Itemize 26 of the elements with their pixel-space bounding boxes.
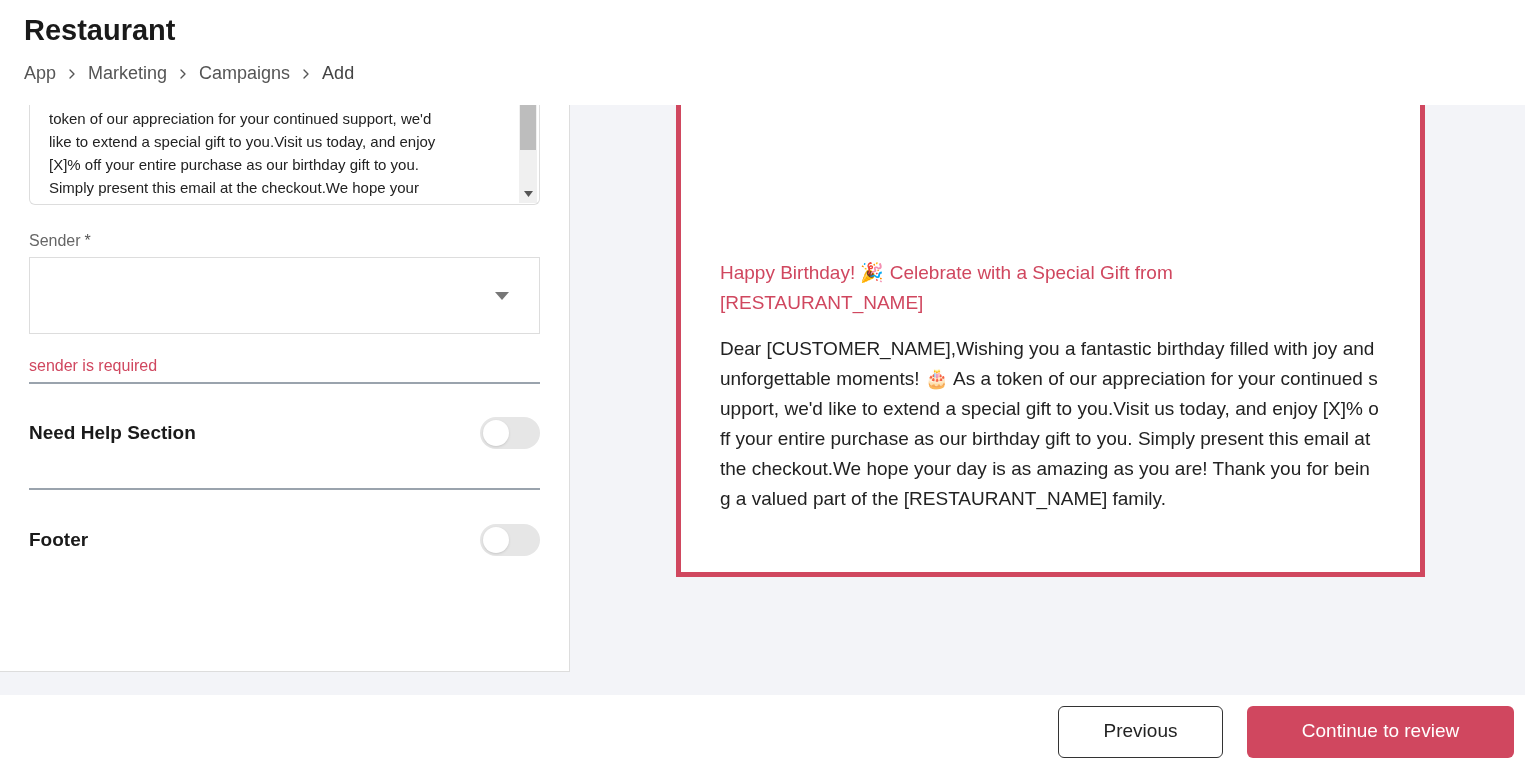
scrollbar-thumb[interactable] [520,105,536,150]
message-text-line: token of our appreciation for your continued support, we'd [49,109,433,129]
section-label: Footer [29,527,89,552]
toggle-switch[interactable] [480,524,540,556]
message-text-line: like to extend a special gift to you.Visit us today, and enjoy [49,132,437,152]
continue-button[interactable]: Continue to review [1247,705,1514,758]
error-message: sender is required [29,357,158,374]
email-subject: Happy Birthday! 🎉 Celebrate with a Special Gift from [RESTAURANT_NAME] [720,261,1174,316]
breadcrumb-link[interactable]: Campaigns [199,60,291,87]
breadcrumb-link[interactable]: Add [322,60,355,87]
email-body: Dear [CUSTOMER_NAME],Wishing you a fantastic birthday filled with joy and unforgettable moments! 🎂 As a token of our appreciation for your continued support, we'd like to extend a special gift to you.Visit us today, and enjoy [X]% off your entire purchase as our birthday gift to you. Simply present this email at the checkout.We hope your day is as amazing as you are! Thank you for being a valued part of the [RESTAURANT_NAME] family. [720,337,1380,512]
scrollbar[interactable] [519,105,537,203]
scroll-down-icon[interactable] [523,191,533,197]
message-text-line: [X]% off your entire purchase as our birthday gift to you. [49,155,420,175]
breadcrumb-link[interactable]: App [24,60,57,87]
previous-button[interactable]: Previous [1058,705,1223,758]
page-title: Restaurant [24,13,177,48]
sender-select[interactable] [29,257,540,334]
field-label: Sender [29,231,81,251]
message-field[interactable] [29,105,540,205]
required-mark: * [84,231,91,251]
message-text-line: Simply present this email at the checkout.We hope your [49,178,420,198]
section-label: Need Help Section [29,420,196,445]
breadcrumb-link[interactable]: Marketing [88,60,168,87]
toggle-switch[interactable] [480,417,540,449]
dropdown-caret-icon [495,291,509,300]
